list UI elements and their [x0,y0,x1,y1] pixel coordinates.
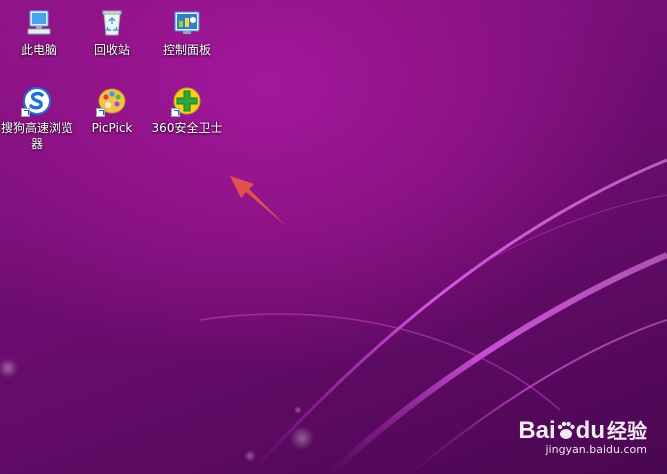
watermark-logo: Bai du 经验 [518,415,647,445]
desktop[interactable]: 此电脑 回收站 控制面板 搜狗高速浏览器 PicPick 360安全卫士 Bai… [0,0,667,474]
paw-icon [556,417,576,445]
watermark-logo-du: du [575,417,605,444]
watermark-logo-jingyan: 经验 [607,421,647,443]
baidu-jingyan-watermark: Bai du 经验 jingyan.baidu.com [518,415,647,456]
watermark-url: jingyan.baidu.com [545,443,647,456]
watermark-logo-bai: Bai [518,417,556,444]
red-arrow-annotation [230,176,286,226]
